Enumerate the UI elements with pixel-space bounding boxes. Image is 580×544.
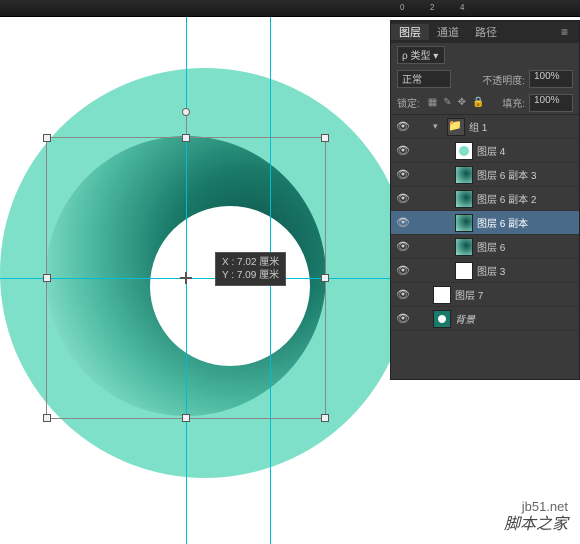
lock-all-icon[interactable]: 🔒 bbox=[472, 97, 484, 108]
visibility-toggle[interactable]: 👁 bbox=[395, 312, 411, 325]
watermark-url: jb51.net bbox=[504, 499, 568, 515]
rotate-handle[interactable] bbox=[182, 108, 190, 116]
layer-thumb bbox=[455, 214, 473, 232]
visibility-toggle[interactable]: 👁 bbox=[395, 240, 411, 253]
handle-top-right[interactable] bbox=[321, 134, 329, 142]
layer-name: 图层 3 bbox=[477, 263, 505, 278]
visibility-toggle[interactable]: 👁 bbox=[395, 264, 411, 277]
lock-move-icon[interactable]: ✥ bbox=[458, 97, 466, 108]
handle-bottom-mid[interactable] bbox=[182, 414, 190, 422]
fill-label: 填充: bbox=[502, 95, 525, 110]
panel-filter-row: ρ 类型 ▾ bbox=[391, 43, 579, 67]
opacity-value[interactable]: 100% bbox=[529, 70, 573, 88]
handle-bottom-left[interactable] bbox=[43, 414, 51, 422]
ruler-horizontal[interactable]: 0 2 4 bbox=[0, 0, 580, 17]
group-thumb: 📁 bbox=[447, 118, 465, 136]
blend-mode-select[interactable]: 正常 bbox=[397, 70, 451, 88]
layer-name: 图层 6 副本 3 bbox=[477, 167, 536, 182]
panel-blend-row: 正常 不透明度: 100% bbox=[391, 67, 579, 91]
layer-name: 图层 7 bbox=[455, 287, 483, 302]
lock-pixels-icon[interactable]: ▦ bbox=[428, 97, 437, 108]
coordinate-tooltip: X : 7.02 厘米 Y : 7.09 厘米 bbox=[215, 252, 286, 286]
handle-top-mid[interactable] bbox=[182, 134, 190, 142]
layer-thumb bbox=[433, 310, 451, 328]
layer-name: 图层 6 bbox=[477, 239, 505, 254]
group-name: 组 1 bbox=[469, 119, 487, 134]
rotate-stem bbox=[186, 114, 187, 134]
layer-row[interactable]: 👁 图层 7 bbox=[391, 283, 579, 307]
lock-label: 锁定: bbox=[397, 95, 420, 110]
layer-name: 图层 6 副本 2 bbox=[477, 191, 536, 206]
layer-thumb bbox=[455, 262, 473, 280]
tab-layers[interactable]: 图层 bbox=[391, 24, 429, 40]
layer-group[interactable]: 👁 ▾ 📁 组 1 bbox=[391, 115, 579, 139]
visibility-toggle[interactable]: 👁 bbox=[395, 120, 411, 133]
handle-mid-left[interactable] bbox=[43, 274, 51, 282]
layer-thumb bbox=[455, 142, 473, 160]
layer-row[interactable]: 👁 图层 6 副本 3 bbox=[391, 163, 579, 187]
visibility-toggle[interactable]: 👁 bbox=[395, 288, 411, 301]
visibility-toggle[interactable]: 👁 bbox=[395, 168, 411, 181]
layer-thumb bbox=[455, 166, 473, 184]
layer-row[interactable]: 👁 图层 6 bbox=[391, 235, 579, 259]
layer-row[interactable]: 👁 背景 bbox=[391, 307, 579, 331]
visibility-toggle[interactable]: 👁 bbox=[395, 192, 411, 205]
panel-tabs: 图层 通道 路径 ≡ bbox=[391, 21, 579, 43]
lock-brush-icon[interactable]: ✎ bbox=[443, 97, 451, 108]
handle-top-left[interactable] bbox=[43, 134, 51, 142]
watermark-text: 脚本之家 bbox=[504, 515, 568, 534]
handle-mid-right[interactable] bbox=[321, 274, 329, 282]
coord-y: Y : 7.09 厘米 bbox=[222, 269, 279, 282]
tab-channels[interactable]: 通道 bbox=[429, 24, 467, 40]
panel-menu-icon[interactable]: ≡ bbox=[561, 25, 575, 37]
layer-thumb bbox=[455, 190, 473, 208]
fill-value[interactable]: 100% bbox=[529, 94, 573, 112]
tab-paths[interactable]: 路径 bbox=[467, 24, 505, 40]
transform-center[interactable] bbox=[180, 272, 192, 284]
group-twisty-icon[interactable]: ▾ bbox=[433, 121, 443, 132]
layer-row[interactable]: 👁 图层 6 副本 2 bbox=[391, 187, 579, 211]
handle-bottom-right[interactable] bbox=[321, 414, 329, 422]
opacity-label: 不透明度: bbox=[482, 72, 525, 87]
visibility-toggle[interactable]: 👁 bbox=[395, 216, 411, 229]
layer-name: 背景 bbox=[455, 311, 475, 326]
layer-name: 图层 4 bbox=[477, 143, 505, 158]
visibility-toggle[interactable]: 👁 bbox=[395, 144, 411, 157]
layers-list: 👁 ▾ 📁 组 1 👁 图层 4 👁 图层 6 副本 3 👁 图层 6 bbox=[391, 115, 579, 331]
layer-thumb bbox=[455, 238, 473, 256]
layer-kind-filter[interactable]: ρ 类型 ▾ bbox=[397, 46, 445, 64]
layer-row[interactable]: 👁 图层 4 bbox=[391, 139, 579, 163]
layer-name: 图层 6 副本 bbox=[477, 215, 528, 230]
layers-panel: 图层 通道 路径 ≡ ρ 类型 ▾ 正常 不透明度: 100% 锁定: ▦ ✎ … bbox=[390, 20, 580, 380]
coord-x: X : 7.02 厘米 bbox=[222, 256, 279, 269]
layer-row[interactable]: 👁 图层 3 bbox=[391, 259, 579, 283]
layer-row[interactable]: 👁 图层 6 副本 bbox=[391, 211, 579, 235]
watermark: jb51.net 脚本之家 bbox=[504, 499, 568, 534]
layer-thumb bbox=[433, 286, 451, 304]
panel-lock-row: 锁定: ▦ ✎ ✥ 🔒 填充: 100% bbox=[391, 91, 579, 115]
